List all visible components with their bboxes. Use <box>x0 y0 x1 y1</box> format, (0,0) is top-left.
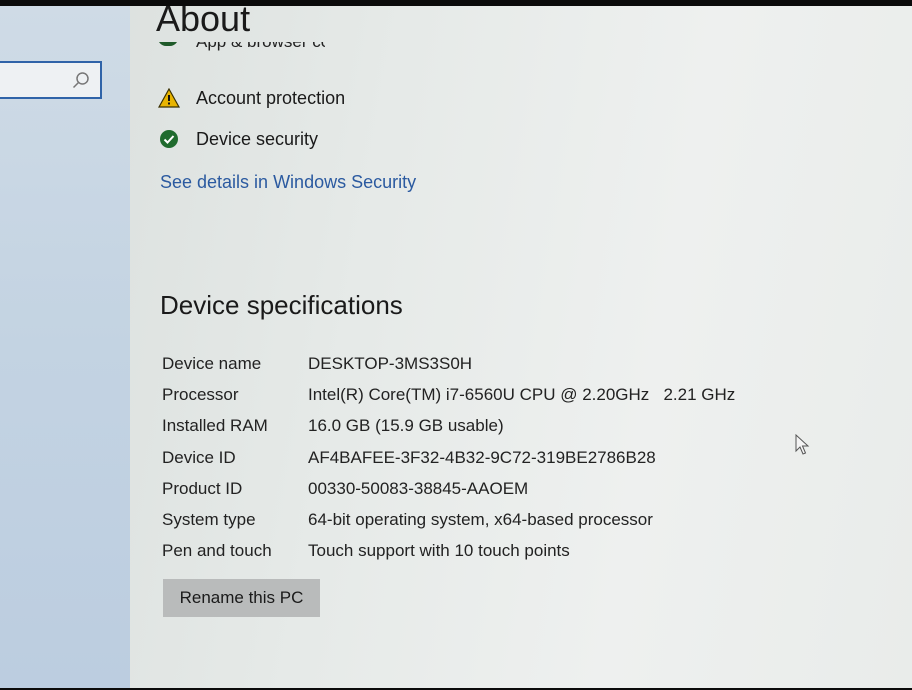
main-content: About App & browser control Account prot… <box>130 6 912 688</box>
spec-row-device-name: Device name DESKTOP-3MS3S0H <box>162 348 735 379</box>
check-icon <box>158 128 180 150</box>
search-icon <box>72 72 89 89</box>
spec-row-product-id: Product ID 00330-50083-38845-AAOEM <box>162 473 735 504</box>
specs-table: Device name DESKTOP-3MS3S0H Processor In… <box>162 348 735 567</box>
spec-value: AF4BAFEE-3F32-4B32-9C72-319BE2786B28 <box>308 447 656 467</box>
spec-value: 00330-50083-38845-AAOEM <box>308 478 529 498</box>
windows-security-link[interactable]: See details in Windows Security <box>160 172 416 193</box>
device-specifications-heading: Device specifications <box>160 290 403 320</box>
spec-row-processor: Processor Intel(R) Core(TM) i7-6560U CPU… <box>162 379 735 410</box>
spec-row-device-id: Device ID AF4BAFEE-3F32-4B32-9C72-319BE2… <box>162 442 735 473</box>
spec-label: Device ID <box>162 447 236 467</box>
spec-label: Processor <box>162 384 239 404</box>
security-item-account-protection[interactable]: Account protection <box>158 86 345 110</box>
settings-window: About App & browser control Account prot… <box>0 6 912 688</box>
app-browser-icon <box>158 42 178 46</box>
page-title: About <box>156 6 251 39</box>
security-item-app-browser[interactable]: App & browser control <box>158 42 325 58</box>
security-item-label: Device security <box>196 128 319 149</box>
spec-label: Device name <box>162 353 262 373</box>
search-input[interactable] <box>0 61 102 99</box>
security-item-device-security[interactable]: Device security <box>158 127 318 151</box>
spec-row-system-type: System type 64-bit operating system, x64… <box>162 504 735 535</box>
spec-value: 16.0 GB (15.9 GB usable) <box>308 416 504 436</box>
spec-label: System type <box>162 510 256 530</box>
spec-label: Product ID <box>162 478 243 498</box>
spec-label: Installed RAM <box>162 416 268 436</box>
spec-value: Intel(R) Core(TM) i7-6560U CPU @ 2.20GHz… <box>308 384 736 404</box>
mouse-cursor-icon <box>795 434 810 455</box>
spec-value: 64-bit operating system, x64-based proce… <box>308 510 653 530</box>
spec-value: DESKTOP-3MS3S0H <box>308 353 473 373</box>
spec-value: Touch support with 10 touch points <box>308 541 570 561</box>
rename-pc-button[interactable]: Rename this PC <box>163 579 320 617</box>
spec-label: Pen and touch <box>162 541 272 561</box>
security-item-label: Account protection <box>196 87 346 108</box>
warning-icon <box>158 87 180 109</box>
spec-row-installed-ram: Installed RAM 16.0 GB (15.9 GB usable) <box>162 411 735 442</box>
sidebar <box>0 6 130 688</box>
spec-row-pen-and-touch: Pen and touch Touch support with 10 touc… <box>162 536 735 567</box>
